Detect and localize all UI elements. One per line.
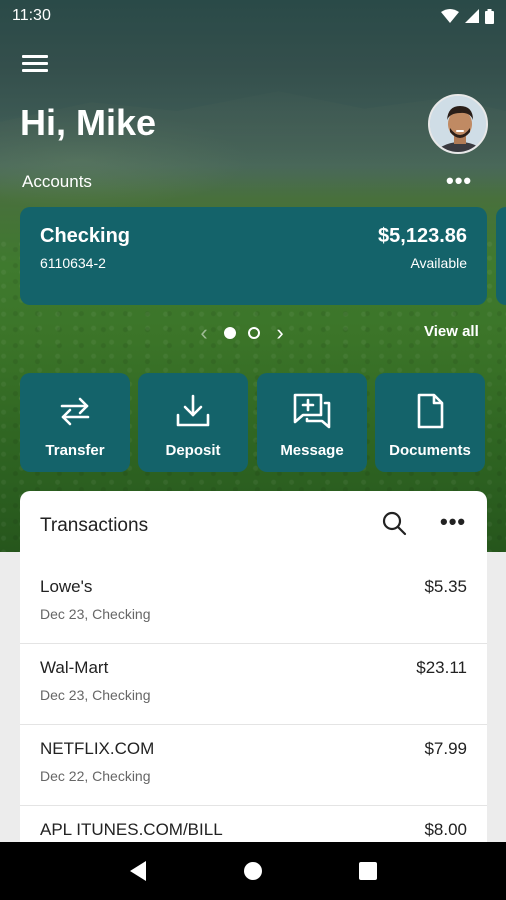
account-pager: ‹ › — [196, 320, 288, 346]
status-time: 11:30 — [12, 7, 51, 24]
transaction-meta: Dec 23, Checking — [40, 687, 151, 703]
back-icon[interactable] — [123, 856, 153, 886]
documents-label: Documents — [389, 442, 471, 459]
view-all-link[interactable]: View all — [424, 323, 479, 340]
accounts-more-icon[interactable]: ••• — [446, 168, 472, 194]
chevron-right-icon[interactable]: › — [272, 320, 288, 346]
transfer-icon — [60, 397, 90, 426]
transaction-amount: $8.00 — [424, 820, 467, 839]
status-icons — [441, 8, 494, 24]
transaction-merchant: Wal-Mart — [40, 658, 109, 677]
status-bar: 11:30 — [0, 0, 506, 32]
documents-button[interactable]: Documents — [375, 373, 485, 472]
transactions-more-icon[interactable]: ••• — [440, 509, 466, 535]
pager-dot-active[interactable] — [224, 327, 236, 339]
transaction-row[interactable]: Wal-Mart Dec 23, Checking $23.11 — [20, 644, 487, 725]
recents-icon[interactable] — [353, 856, 383, 886]
accounts-label: Accounts — [22, 172, 92, 191]
transactions-title: Transactions — [40, 515, 149, 536]
avatar[interactable] — [428, 94, 488, 154]
transaction-merchant: NETFLIX.COM — [40, 739, 155, 758]
pager-dot[interactable] — [248, 327, 260, 339]
account-card-checking[interactable]: Checking 6110634-2 $5,123.86 Available — [20, 207, 487, 305]
transaction-row[interactable]: Lowe's Dec 23, Checking $5.35 — [20, 563, 487, 644]
transactions-card: Transactions ••• Lowe's Dec 23, Checking… — [20, 491, 487, 851]
message-button[interactable]: Message — [257, 373, 367, 472]
transfer-button[interactable]: Transfer — [20, 373, 130, 472]
transaction-meta: Dec 22, Checking — [40, 768, 151, 784]
chevron-left-icon[interactable]: ‹ — [196, 320, 212, 346]
transfer-label: Transfer — [45, 442, 105, 459]
deposit-button[interactable]: Deposit — [138, 373, 248, 472]
battery-icon — [485, 8, 494, 24]
transaction-row[interactable]: NETFLIX.COM Dec 22, Checking $7.99 — [20, 725, 487, 806]
account-balance-label: Available — [410, 255, 467, 271]
wifi-icon — [441, 9, 459, 23]
transaction-merchant: APL ITUNES.COM/BILL — [40, 820, 223, 839]
account-balance: $5,123.86 — [378, 225, 467, 247]
message-icon — [293, 393, 331, 429]
greeting-title: Hi, Mike — [20, 102, 157, 143]
transaction-meta: Dec 23, Checking — [40, 606, 151, 622]
search-icon[interactable] — [380, 509, 408, 537]
transaction-amount: $7.99 — [424, 739, 467, 758]
account-number: 6110634-2 — [40, 255, 106, 271]
transaction-amount: $5.35 — [424, 577, 467, 596]
home-icon[interactable] — [238, 856, 268, 886]
documents-icon — [417, 393, 444, 429]
signal-icon — [465, 9, 479, 23]
hamburger-menu-icon[interactable] — [22, 52, 48, 76]
deposit-icon — [176, 394, 210, 427]
system-nav-bar — [0, 842, 506, 900]
message-label: Message — [280, 442, 344, 459]
transaction-merchant: Lowe's — [40, 577, 93, 596]
account-card-next-peek[interactable] — [496, 207, 506, 305]
deposit-label: Deposit — [165, 442, 221, 459]
account-name: Checking — [40, 225, 131, 247]
transaction-amount: $23.11 — [416, 658, 467, 677]
